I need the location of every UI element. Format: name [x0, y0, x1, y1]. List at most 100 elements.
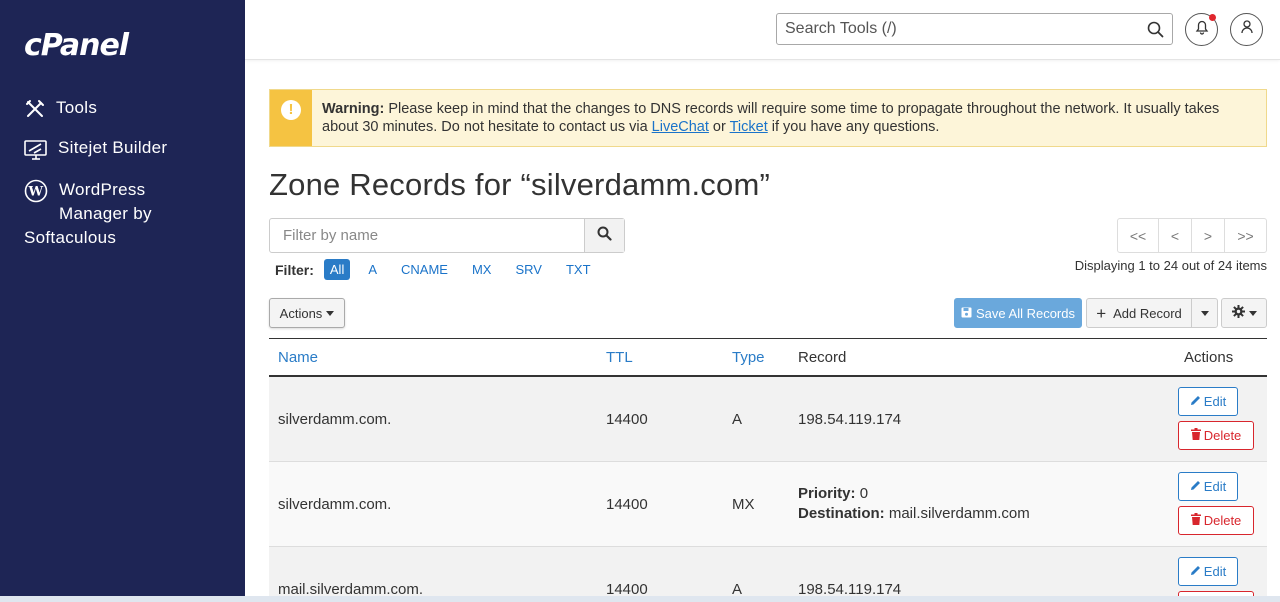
- column-type-header[interactable]: Type: [732, 349, 765, 366]
- warning-label: Warning:: [322, 101, 385, 117]
- filter-input[interactable]: [270, 219, 584, 252]
- search-icon: [597, 226, 612, 246]
- wordpress-icon: W: [24, 179, 48, 210]
- prev-page-button[interactable]: <: [1159, 219, 1192, 252]
- displaying-count: Displaying 1 to 24 out of 24 items: [1075, 258, 1267, 273]
- trash-icon: [1190, 428, 1201, 443]
- sidebar-item-label: Sitejet Builder: [58, 138, 168, 157]
- filter-label: Filter:: [275, 261, 314, 278]
- top-bar: [245, 0, 1280, 60]
- table-header: Name TTL Type Record Actions: [269, 339, 1267, 377]
- zone-records-table: Name TTL Type Record Actions silverdamm.…: [269, 338, 1267, 602]
- first-page-button[interactable]: <<: [1118, 219, 1159, 252]
- save-all-records-button[interactable]: Save All Records: [954, 298, 1082, 328]
- delete-button[interactable]: Delete: [1178, 421, 1254, 450]
- delete-label: Delete: [1203, 513, 1242, 528]
- delete-label: Delete: [1203, 428, 1242, 443]
- edit-label: Edit: [1203, 479, 1227, 494]
- pencil-icon: [1190, 564, 1201, 579]
- filter-srv[interactable]: SRV: [509, 259, 548, 280]
- caret-down-icon: [1200, 310, 1209, 316]
- save-label: Save All Records: [976, 305, 1075, 321]
- delete-button[interactable]: Delete: [1178, 506, 1254, 535]
- pagination: << < > >>: [1117, 218, 1267, 253]
- search-input[interactable]: [777, 14, 1137, 44]
- sidebar-item-sitejet[interactable]: Sitejet Builder: [24, 138, 167, 167]
- table-row: silverdamm.com. 14400 MX Priority: 0 Des…: [269, 462, 1267, 547]
- edit-label: Edit: [1203, 564, 1227, 579]
- record-value: 198.54.119.174: [798, 411, 902, 428]
- settings-dropdown-button[interactable]: [1221, 298, 1267, 328]
- exclamation-icon: !: [281, 100, 301, 120]
- add-record-dropdown-button[interactable]: [1191, 298, 1218, 328]
- edit-button[interactable]: Edit: [1178, 472, 1238, 501]
- sitejet-icon: [24, 138, 48, 167]
- priority-line: Priority: 0: [798, 484, 1030, 504]
- notifications-button[interactable]: [1185, 13, 1218, 46]
- sidebar-item-label: Manager by: [59, 204, 152, 223]
- filter-mx[interactable]: MX: [466, 259, 498, 280]
- sidebar: cPanel Tools Sitejet Builder W WordPress…: [0, 0, 245, 602]
- caret-down-icon: [1248, 310, 1257, 316]
- edit-button[interactable]: Edit: [1178, 557, 1238, 586]
- warning-bar: !: [270, 90, 312, 146]
- pencil-icon: [1190, 479, 1201, 494]
- svg-text:W: W: [28, 185, 44, 200]
- warning-body: if you have any questions.: [767, 119, 940, 135]
- column-record-header: Record: [798, 349, 847, 366]
- table-row: silverdamm.com. 14400 A 198.54.119.174 E…: [269, 377, 1267, 462]
- displaying-total: 24: [1217, 258, 1233, 273]
- displaying-text: Displaying: [1074, 258, 1139, 273]
- type-filter: Filter: All A CNAME MX SRV TXT: [275, 259, 609, 280]
- page-title: Zone Records for “silverdamm.com”: [269, 167, 770, 202]
- pencil-icon: [1190, 394, 1201, 409]
- displaying-to: 24: [1163, 258, 1179, 273]
- user-menu-button[interactable]: [1230, 13, 1263, 46]
- sidebar-item-label: Softaculous: [24, 228, 117, 247]
- sidebar-item-label: WordPress: [59, 180, 146, 199]
- priority-value: 0: [859, 485, 869, 502]
- destination-line: Destination: mail.silverdamm.com: [798, 504, 1030, 524]
- record-name: silverdamm.com.: [278, 411, 392, 428]
- sidebar-item-tools[interactable]: Tools: [24, 98, 97, 125]
- bottom-edge: [0, 596, 1280, 602]
- table-row: mail.silverdamm.com. 14400 A 198.54.119.…: [269, 547, 1267, 602]
- warning-callout: ! Warning: Please keep in mind that the …: [269, 89, 1267, 147]
- filter-search-button[interactable]: [584, 219, 624, 252]
- column-actions-header: Actions: [1184, 349, 1234, 366]
- warning-body: or: [708, 119, 730, 135]
- cpanel-logo[interactable]: cPanel: [24, 28, 129, 63]
- displaying-text: items: [1232, 258, 1267, 273]
- gear-icon: [1231, 305, 1245, 321]
- actions-label: Actions: [279, 305, 323, 321]
- caret-down-icon: [326, 310, 335, 316]
- trash-icon: [1190, 513, 1201, 528]
- displaying-text: to: [1145, 258, 1164, 273]
- tools-icon: [24, 98, 46, 125]
- filter-all[interactable]: All: [323, 259, 351, 280]
- notification-dot: [1209, 14, 1216, 21]
- record-type: MX: [732, 496, 755, 513]
- ticket-link[interactable]: Ticket: [730, 119, 768, 135]
- plus-icon: +: [1096, 303, 1107, 323]
- record-type: A: [732, 411, 743, 428]
- filter-txt[interactable]: TXT: [560, 259, 597, 280]
- filter-cname[interactable]: CNAME: [395, 259, 454, 280]
- record-ttl: 14400: [606, 496, 648, 513]
- column-ttl-header[interactable]: TTL: [606, 349, 633, 366]
- next-page-button[interactable]: >: [1192, 219, 1225, 252]
- sidebar-item-wordpress[interactable]: W WordPress Manager by Softaculous: [24, 178, 224, 250]
- filter-box: [269, 218, 625, 253]
- search-box: [776, 13, 1173, 45]
- column-name-header[interactable]: Name: [278, 349, 318, 366]
- last-page-button[interactable]: >>: [1225, 219, 1266, 252]
- destination-value: mail.silverdamm.com: [888, 505, 1030, 522]
- filter-a[interactable]: A: [362, 259, 383, 280]
- edit-button[interactable]: Edit: [1178, 387, 1238, 416]
- livechat-link[interactable]: LiveChat: [652, 119, 709, 135]
- user-icon: [1239, 19, 1255, 40]
- search-icon[interactable]: [1147, 21, 1164, 43]
- add-record-button[interactable]: + Add Record: [1086, 298, 1192, 328]
- bell-icon: [1194, 19, 1210, 40]
- actions-dropdown-button[interactable]: Actions: [269, 298, 345, 328]
